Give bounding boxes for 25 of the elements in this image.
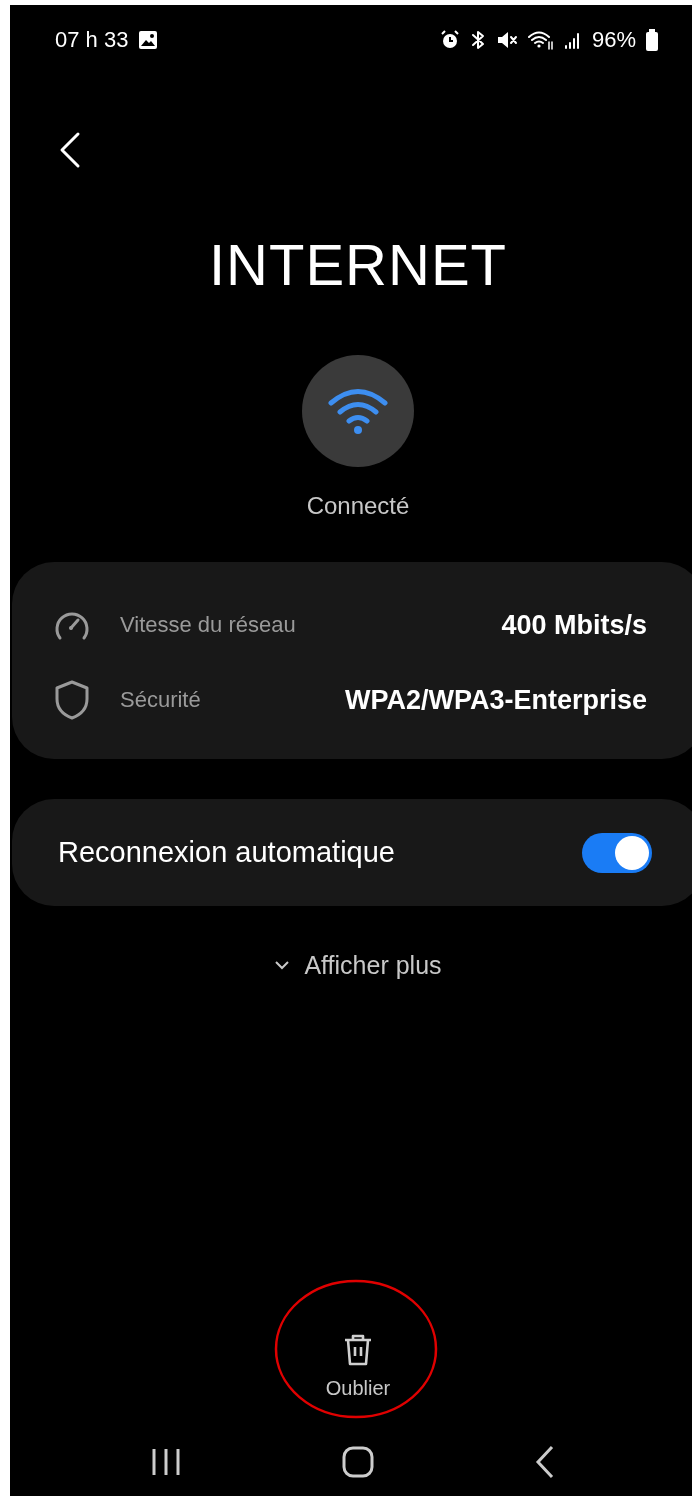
page-title: INTERNET: [208, 231, 508, 299]
detail-value: 400 Mbits/s: [501, 609, 647, 641]
show-more-button[interactable]: Afficher plus: [268, 946, 448, 984]
image-icon: [138, 30, 159, 50]
back-nav-button[interactable]: [534, 1445, 556, 1479]
bluetooth-icon: [469, 30, 486, 50]
forget-button[interactable]: Oublier: [325, 1333, 391, 1400]
battery-icon: [646, 29, 658, 51]
detail-label: Vitesse du réseau: [120, 612, 296, 638]
back-button[interactable]: [58, 130, 82, 170]
recent-apps-button[interactable]: [150, 1447, 182, 1477]
alarm-icon: [439, 30, 460, 50]
signal-icon: [563, 30, 582, 50]
wifi-icon: [527, 30, 554, 50]
trash-icon: [343, 1333, 373, 1367]
battery-percentage: 96%: [591, 27, 636, 53]
chevron-down-icon: [274, 960, 291, 970]
mute-icon: [495, 30, 518, 50]
detail-value: WPA2/WPA3-Enterprise: [344, 684, 647, 716]
toggle-switch[interactable]: [582, 832, 652, 873]
connection-status: Connecté: [305, 491, 411, 521]
setting-label: Reconnexion automatique: [58, 836, 395, 869]
home-button[interactable]: [342, 1446, 374, 1478]
detail-label: Sécurité: [120, 687, 201, 713]
clock-time: 07 h 33: [55, 27, 129, 53]
